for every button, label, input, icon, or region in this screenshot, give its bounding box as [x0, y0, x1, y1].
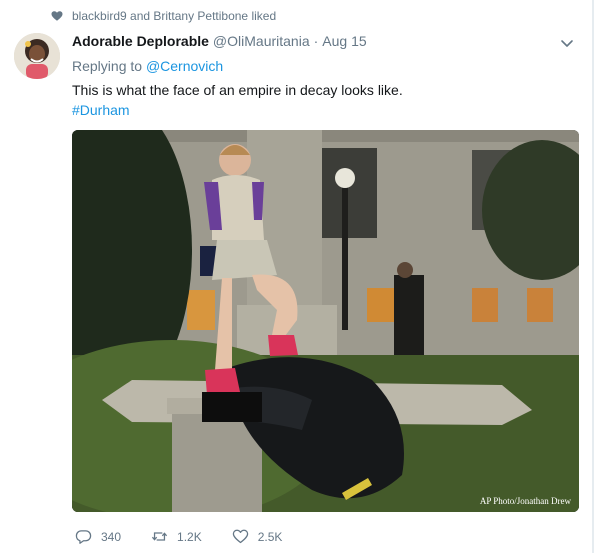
reply-icon [75, 530, 92, 544]
retweet-icon [151, 532, 168, 541]
hashtag-link[interactable]: #Durham [72, 102, 130, 118]
replying-to: Replying to @Cernovich [72, 58, 223, 74]
replying-prefix: Replying to [72, 58, 143, 74]
social-context: blackbird9 and Brittany Pettibone liked [51, 9, 276, 23]
reply-button[interactable]: 340 [75, 528, 121, 545]
retweet-count: 1.2K [177, 529, 202, 544]
replying-to-link[interactable]: @Cernovich [146, 58, 223, 74]
retweet-button[interactable]: 1.2K [151, 528, 202, 545]
tweet-actions: 340 1.2K 2.5K [75, 528, 312, 545]
avatar-image [14, 33, 60, 79]
photo-credit: AP Photo/Jonathan Drew [479, 496, 571, 506]
liked-by-text[interactable]: blackbird9 and Brittany Pettibone liked [72, 9, 276, 23]
tweet-header: Adorable Deplorable @OliMauritania · Aug… [72, 33, 574, 49]
chevron-down-icon[interactable] [560, 36, 574, 50]
author-name[interactable]: Adorable Deplorable [72, 33, 209, 49]
like-button[interactable]: 2.5K [232, 528, 283, 545]
photo-image [72, 130, 579, 512]
author-handle[interactable]: @OliMauritania [213, 33, 310, 49]
heart-outline-icon [232, 529, 248, 544]
tweet-text: This is what the face of an empire in de… [72, 82, 403, 98]
separator-dot: · [313, 33, 319, 49]
tweet-timestamp[interactable]: Aug 15 [322, 33, 366, 49]
heart-icon [51, 11, 63, 21]
like-count: 2.5K [257, 529, 283, 544]
tweet-photo[interactable]: AP Photo/Jonathan Drew [72, 130, 579, 512]
reply-count: 340 [101, 529, 122, 544]
avatar[interactable] [14, 33, 60, 79]
